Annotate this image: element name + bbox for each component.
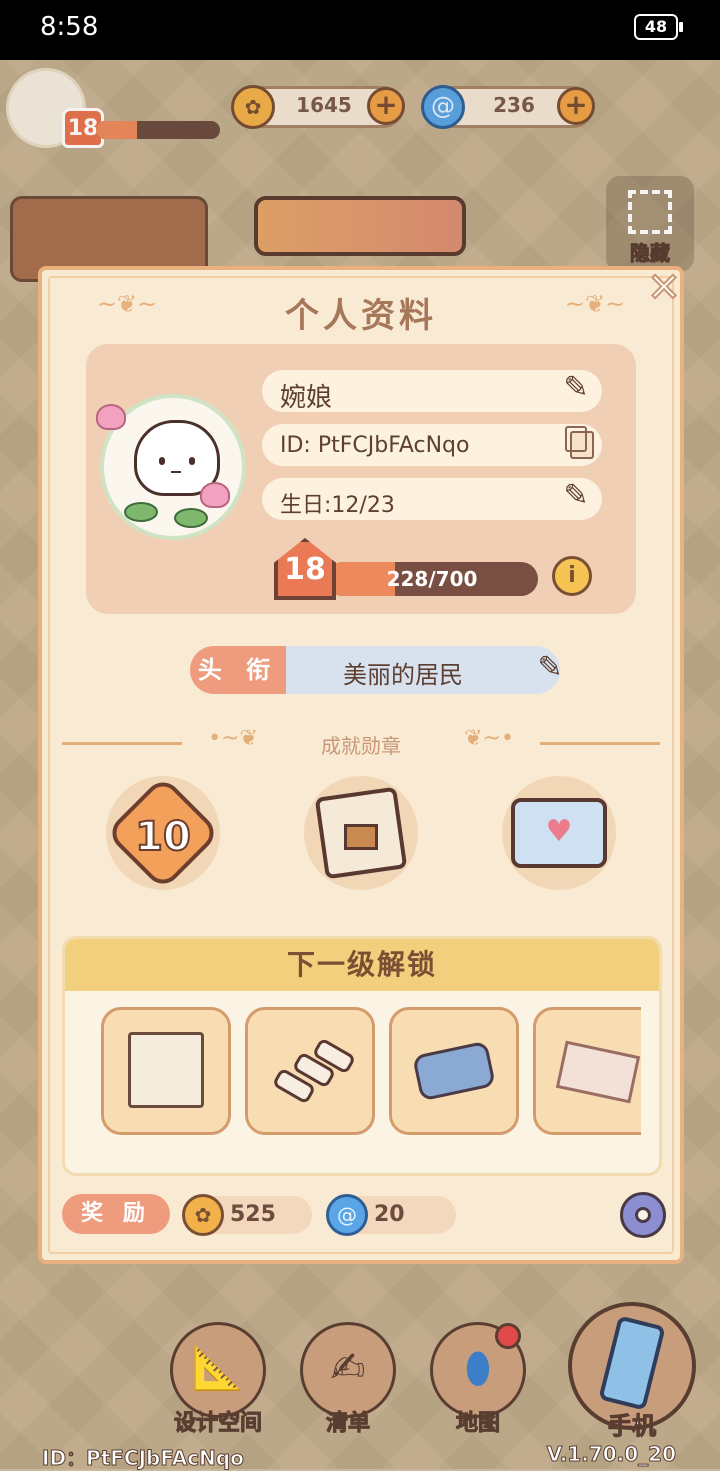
xp-text: 228/700 bbox=[386, 567, 478, 591]
phone-label: 手机 bbox=[608, 1412, 657, 1441]
player-id: ID: PtFCJbFAcNqo bbox=[280, 433, 470, 458]
status-bar: 8:58 48 bbox=[0, 0, 720, 60]
reward-tag: 奖 励 bbox=[62, 1194, 170, 1234]
next-unlock-header: 下一级解锁 bbox=[65, 939, 659, 991]
unlock-item-painting[interactable] bbox=[533, 1007, 641, 1135]
level-badge: 18 bbox=[274, 538, 336, 600]
nickname-field: 婉娘 ✎ bbox=[262, 370, 602, 413]
coin-icon: ✿ bbox=[182, 1194, 224, 1236]
battery-icon: 48 bbox=[634, 14, 683, 40]
ornament-right-icon: ❦~• bbox=[464, 726, 514, 751]
phone-button[interactable]: 手机 bbox=[568, 1302, 696, 1441]
profile-avatar[interactable] bbox=[96, 394, 246, 540]
settings-gear-icon[interactable] bbox=[620, 1192, 666, 1238]
birthday: 生日:12/23 bbox=[280, 493, 395, 518]
title-tag: 头 衔 bbox=[190, 646, 286, 694]
package-icon bbox=[344, 824, 378, 850]
heart-icon: ♥ bbox=[545, 814, 573, 849]
chalk-sticks-icon bbox=[271, 1032, 357, 1118]
unlock-items-list[interactable] bbox=[101, 1007, 641, 1139]
close-button[interactable]: ✕ bbox=[642, 267, 686, 309]
lotus-icon bbox=[200, 482, 230, 508]
player-id-field: ID: PtFCJbFAcNqo bbox=[262, 424, 602, 466]
unlock-item-cabinet[interactable] bbox=[101, 1007, 231, 1135]
profile-dialog: ~❦~ ~❦~ 个人资料 ✕ 婉娘 ✎ ID: PtFCJbFAcNqo 生日:… bbox=[38, 266, 684, 1264]
reward-coins: ✿ 525 bbox=[182, 1194, 312, 1236]
player-title-row: 头 衔 美丽的居民 ✎ bbox=[190, 646, 563, 694]
notification-dot bbox=[495, 1323, 521, 1349]
copy-icon[interactable] bbox=[565, 426, 594, 459]
reward-gems-amount: 20 bbox=[374, 1202, 405, 1227]
achievements-divider: •~❦ 成就勋章 ❦~• bbox=[62, 726, 660, 758]
info-button[interactable]: i bbox=[552, 556, 592, 596]
clock: 8:58 bbox=[40, 12, 99, 42]
ruler-icon: 📐 bbox=[191, 1343, 245, 1392]
medal-heart-message[interactable]: ♥ bbox=[484, 774, 634, 904]
design-space-button[interactable]: 📐 设计空间 bbox=[170, 1322, 266, 1437]
lily-pad-icon bbox=[124, 502, 158, 522]
map-label: 地图 bbox=[455, 1411, 500, 1437]
reward-gems: @ 20 bbox=[326, 1194, 456, 1236]
nickname: 婉娘 bbox=[280, 383, 333, 413]
list-label: 清单 bbox=[325, 1411, 370, 1437]
next-level-unlock-panel: 下一级解锁 bbox=[62, 936, 662, 1176]
profile-card: 婉娘 ✎ ID: PtFCJbFAcNqo 生日:12/23 ✎ 228/700… bbox=[86, 344, 636, 614]
dialog-title: 个人资料 bbox=[285, 296, 437, 336]
painting-icon bbox=[555, 1040, 641, 1104]
unlock-item-tissue-box[interactable] bbox=[389, 1007, 519, 1135]
map-pin-icon: ⬮ bbox=[464, 1343, 492, 1392]
medal-level-10[interactable]: 10 bbox=[88, 774, 238, 904]
design-space-label: 设计空间 bbox=[173, 1411, 262, 1437]
footer-player-id: ID：PtFCJbFAcNqo bbox=[42, 1446, 245, 1471]
reward-coins-amount: 525 bbox=[230, 1202, 276, 1227]
tissue-box-icon bbox=[412, 1040, 496, 1102]
phone-icon bbox=[598, 1315, 666, 1411]
profile-xp-bar: 228/700 bbox=[326, 562, 538, 596]
birthday-field: 生日:12/23 ✎ bbox=[262, 478, 602, 520]
edit-name-pencil-icon[interactable]: ✎ bbox=[554, 366, 598, 410]
level-number: 18 bbox=[284, 552, 326, 587]
list-button[interactable]: ✍ 清单 bbox=[300, 1322, 396, 1437]
unlock-item-chalk[interactable] bbox=[245, 1007, 375, 1135]
level-reward-row: 奖 励 ✿ 525 @ 20 bbox=[62, 1192, 666, 1238]
medal-package[interactable] bbox=[286, 774, 436, 904]
edit-title-pencil-icon[interactable]: ✎ bbox=[528, 646, 572, 690]
lotus-icon bbox=[96, 404, 126, 430]
swirl-gem-icon: @ bbox=[326, 1194, 368, 1236]
title-value: 美丽的居民 bbox=[343, 661, 463, 689]
map-button[interactable]: ⬮ 地图 bbox=[430, 1322, 526, 1437]
lily-pad-icon bbox=[174, 508, 208, 528]
edit-birthday-pencil-icon[interactable]: ✎ bbox=[554, 474, 598, 518]
cabinet-icon bbox=[128, 1032, 204, 1108]
medal-level-number: 10 bbox=[134, 813, 192, 861]
version-text: V.1.70.0_20 bbox=[546, 1442, 676, 1467]
quill-list-icon: ✍ bbox=[330, 1343, 366, 1392]
